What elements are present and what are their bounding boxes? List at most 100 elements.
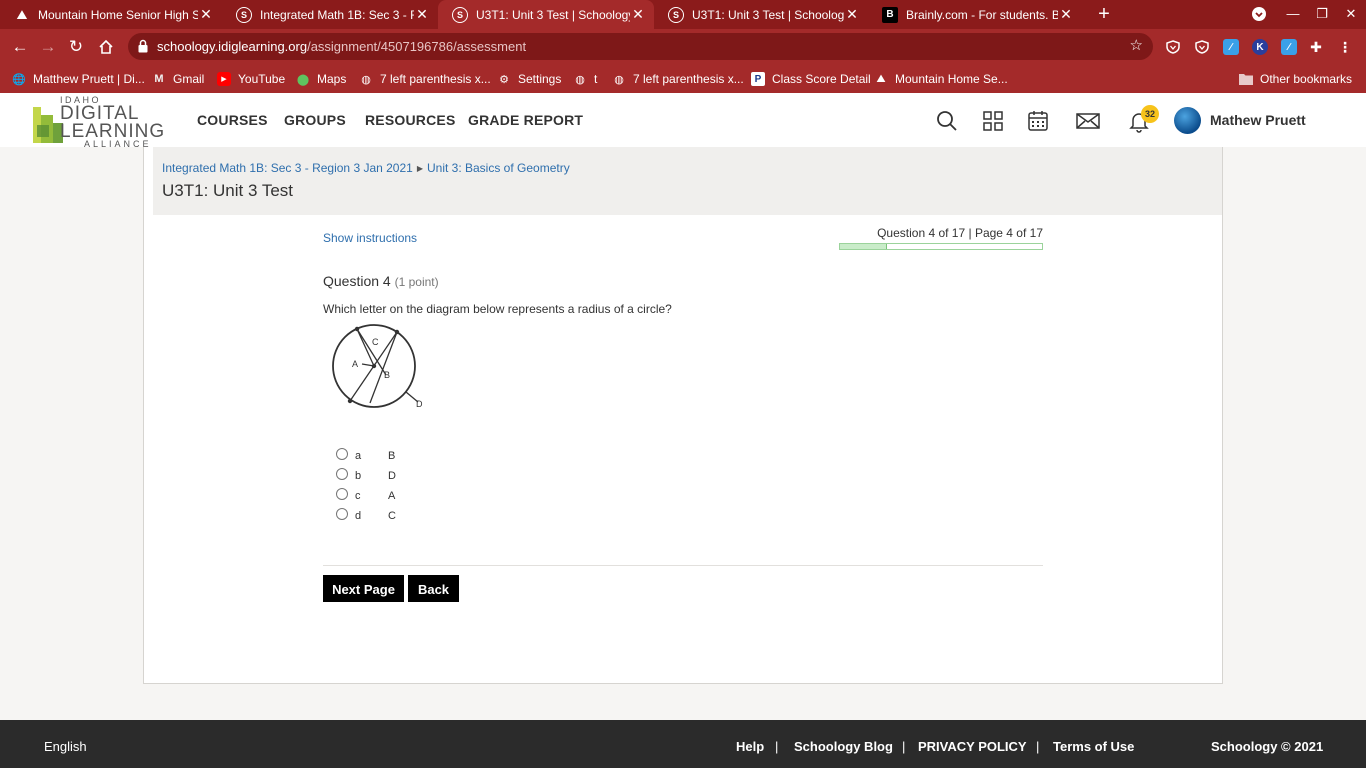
close-icon[interactable]: ✕ <box>630 6 646 23</box>
answer-choice[interactable]: b D <box>336 468 416 484</box>
browser-tab[interactable]: S Integrated Math 1B: Sec 3 - Regio ✕ <box>222 0 438 29</box>
browser-tab[interactable]: S U3T1: Unit 3 Test | Schoology ✕ <box>654 0 868 29</box>
avatar[interactable] <box>1174 107 1201 134</box>
choice-letter: b <box>355 470 362 482</box>
back-button[interactable]: Back <box>408 575 459 602</box>
browser-tab[interactable]: ⛰ Mountain Home Senior High Sch ✕ <box>0 0 222 29</box>
bookmark-item[interactable]: ◍ t <box>573 69 597 89</box>
language-selector[interactable]: English <box>44 739 87 754</box>
footer-link-blog[interactable]: Schoology Blog <box>794 739 893 754</box>
tab-title: U3T1: Unit 3 Test | Schoology <box>476 7 630 22</box>
close-icon[interactable]: ✕ <box>844 6 860 23</box>
diagram-label-d: D <box>416 399 423 409</box>
bookmark-item[interactable]: ⚙ Settings <box>497 69 561 89</box>
maps-icon: ⬤ <box>296 73 310 86</box>
youtube-icon: ▶ <box>217 72 231 86</box>
bookmark-item[interactable]: P Class Score Detail <box>751 69 871 89</box>
bookmark-item[interactable]: ◍ 7 left parenthesis x... <box>359 69 491 89</box>
window-close-icon[interactable]: ✕ <box>1337 4 1365 24</box>
next-page-button[interactable]: Next Page <box>323 575 404 602</box>
footer-link-help[interactable]: Help <box>736 739 764 754</box>
answer-radio[interactable] <box>336 508 348 520</box>
bookmark-label: Class Score Detail <box>772 72 871 86</box>
globe-icon: ◍ <box>361 73 371 86</box>
footer-separator: | <box>902 739 906 754</box>
tab-title: Mountain Home Senior High Sch <box>38 7 198 22</box>
close-icon[interactable]: ✕ <box>414 6 430 23</box>
search-icon[interactable] <box>935 109 959 133</box>
diagram-label-c: C <box>372 337 379 347</box>
bookmark-item[interactable]: M Gmail <box>152 69 204 89</box>
tab-title: U3T1: Unit 3 Test | Schoology <box>692 7 844 22</box>
mountain-home-icon: ⛰ <box>876 72 886 85</box>
globe-icon: 🌐 <box>12 73 26 86</box>
bookmark-item[interactable]: 🌐 Matthew Pruett | Di... <box>12 69 145 89</box>
bookmark-label: Matthew Pruett | Di... <box>33 72 145 86</box>
nav-grade-report[interactable]: GRADE REPORT <box>468 112 583 128</box>
apps-grid-icon[interactable] <box>981 109 1005 133</box>
bookmark-item[interactable]: ▶ YouTube <box>217 69 285 89</box>
mail-icon[interactable] <box>1075 109 1101 133</box>
site-footer: English Help | Schoology Blog | PRIVACY … <box>0 720 1366 768</box>
page-title: U3T1: Unit 3 Test <box>162 181 294 200</box>
logo-text: ALLIANCE <box>84 139 152 149</box>
bookmark-label: Gmail <box>173 72 205 86</box>
choice-letter: a <box>355 450 362 462</box>
idla-logo[interactable]: IDAHO DIGITAL LEARNING ALLIANCE <box>32 95 182 149</box>
browser-tab[interactable]: B Brainly.com - For students. By st ✕ <box>868 0 1082 29</box>
calendar-icon[interactable] <box>1026 109 1050 133</box>
answer-radio[interactable] <box>336 468 348 480</box>
brainly-icon: B <box>882 6 898 23</box>
tab-search-icon[interactable] <box>1245 4 1273 24</box>
bookmark-item[interactable]: ◍ 7 left parenthesis x... <box>612 69 744 89</box>
address-bar[interactable]: schoology.idiglearning.org/assignment/45… <box>128 33 1153 60</box>
back-arrow-icon[interactable]: ← <box>8 35 32 59</box>
answer-choice[interactable]: d C <box>336 508 416 524</box>
puzzle-extensions-icon[interactable]: ✚ <box>1308 39 1324 55</box>
choice-letter: d <box>355 510 362 522</box>
progress-bar <box>839 243 1043 250</box>
breadcrumb-course-link[interactable]: Integrated Math 1B: Sec 3 - Region 3 Jan… <box>162 161 413 175</box>
question-heading: Question 4 (1 point) <box>323 273 439 289</box>
bookmark-label: t <box>594 72 598 86</box>
bookmark-star-icon[interactable]: ☆ <box>1130 36 1143 54</box>
nav-courses[interactable]: COURSES <box>197 112 268 128</box>
notification-badge[interactable]: 32 <box>1141 105 1159 123</box>
bookmark-item[interactable]: ⬤ Maps <box>296 69 347 89</box>
forward-arrow-icon[interactable]: → <box>36 35 60 59</box>
mountain-home-icon: ⛰ <box>16 6 28 22</box>
nav-resources[interactable]: RESOURCES <box>365 112 455 128</box>
footer-link-privacy[interactable]: PRIVACY POLICY <box>918 739 1027 754</box>
nav-groups[interactable]: GROUPS <box>284 112 346 128</box>
shield-extension-icon[interactable] <box>1165 39 1181 55</box>
browser-toolbar: ← → ↻ schoology.idiglearning.org/assignm… <box>0 29 1366 64</box>
new-tab-icon[interactable]: + <box>1094 4 1114 24</box>
answer-choice[interactable]: a B <box>336 448 416 464</box>
close-icon[interactable]: ✕ <box>1058 6 1074 23</box>
extension-icon[interactable]: ∕ <box>1281 39 1297 55</box>
kami-extension-icon[interactable]: K <box>1252 39 1268 55</box>
reload-icon[interactable]: ↻ <box>64 35 88 59</box>
home-icon[interactable] <box>94 35 118 59</box>
circle-diagram: C A B D <box>332 324 423 409</box>
restore-icon[interactable]: ❐ <box>1308 4 1336 24</box>
answer-radio[interactable] <box>336 448 348 460</box>
question-points: (1 point) <box>394 275 439 289</box>
choice-answer: B <box>388 450 396 462</box>
shield-extension-icon[interactable] <box>1194 39 1210 55</box>
url-host: schoology.idiglearning.org <box>157 39 308 54</box>
footer-link-terms[interactable]: Terms of Use <box>1053 739 1134 754</box>
answer-choice[interactable]: c A <box>336 488 416 504</box>
user-name[interactable]: Mathew Pruett <box>1210 112 1306 128</box>
diagram-point <box>394 329 400 335</box>
more-menu-icon[interactable]: ⋮ <box>1337 39 1353 55</box>
minimize-icon[interactable]: — <box>1279 4 1307 24</box>
answer-radio[interactable] <box>336 488 348 500</box>
other-bookmarks[interactable]: Other bookmarks <box>1239 69 1352 89</box>
bookmark-item[interactable]: ⛰ Mountain Home Se... <box>874 69 1007 89</box>
extension-icon[interactable]: ∕ <box>1223 39 1239 55</box>
close-icon[interactable]: ✕ <box>198 6 214 23</box>
breadcrumb-unit-link[interactable]: Unit 3: Basics of Geometry <box>427 161 570 175</box>
show-instructions-link[interactable]: Show instructions <box>323 231 417 245</box>
browser-tab-active[interactable]: S U3T1: Unit 3 Test | Schoology ✕ <box>438 0 654 29</box>
